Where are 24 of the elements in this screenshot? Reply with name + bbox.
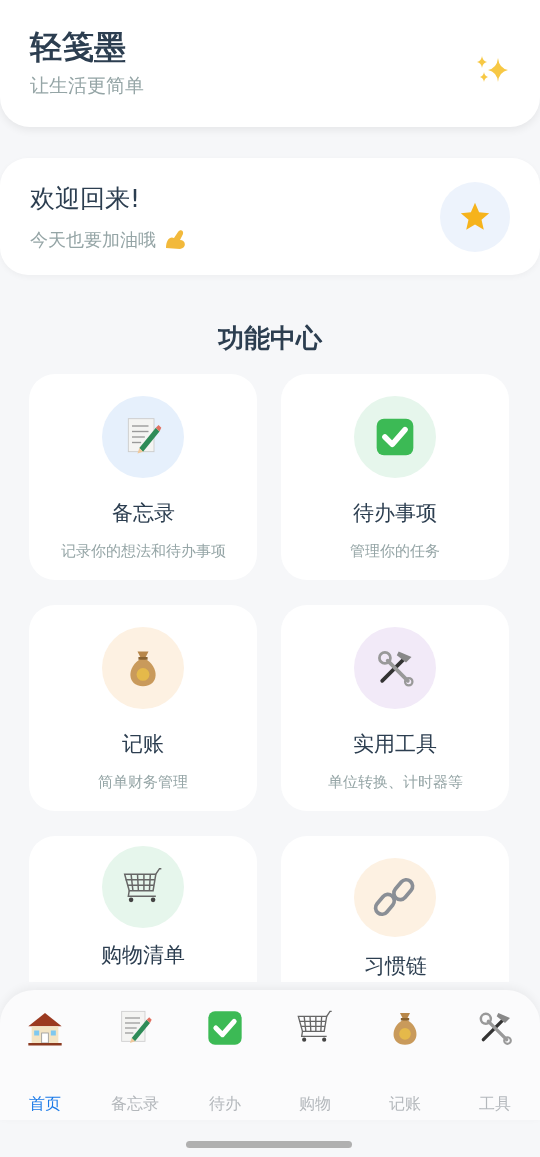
- feature-card[interactable]: 记账 简单财务管理: [29, 605, 257, 811]
- feature-card[interactable]: 备忘录 记录你的想法和待办事项: [29, 374, 257, 580]
- feature-description: 单位转换、计时器等: [327, 771, 463, 793]
- section-title: 功能中心: [217, 322, 324, 355]
- feature-description: 简单财务管理: [98, 771, 188, 793]
- feature-card[interactable]: 实用工具 单位转换、计时器等: [281, 605, 509, 811]
- tab-item[interactable]: 首页: [14, 1008, 76, 1120]
- feature-description: 记录你的想法和待办事项: [60, 540, 226, 562]
- feature-title: 备忘录: [111, 500, 175, 527]
- feature-description: 管理你的任务: [350, 540, 440, 562]
- welcome-title: 欢迎回来!: [30, 183, 142, 216]
- app-title: 轻笺墨: [30, 30, 127, 66]
- check-icon: [205, 1008, 245, 1048]
- feature-card[interactable]: 购物清单: [29, 836, 257, 982]
- feature-title: 购物清单: [101, 942, 185, 969]
- feature-card[interactable]: 习惯链: [281, 836, 509, 982]
- app-subtitle: 让生活更简单: [30, 73, 144, 99]
- welcome-subtitle: 今天也要加油哦: [30, 227, 156, 252]
- feature-title: 记账: [122, 731, 164, 758]
- feature-title: 实用工具: [353, 731, 437, 758]
- feature-title: 习惯链: [363, 952, 427, 980]
- feature-title: 待办事项: [353, 500, 437, 527]
- home-indicator[interactable]: [186, 1141, 352, 1148]
- feature-card[interactable]: 待办事项 管理你的任务: [281, 374, 509, 580]
